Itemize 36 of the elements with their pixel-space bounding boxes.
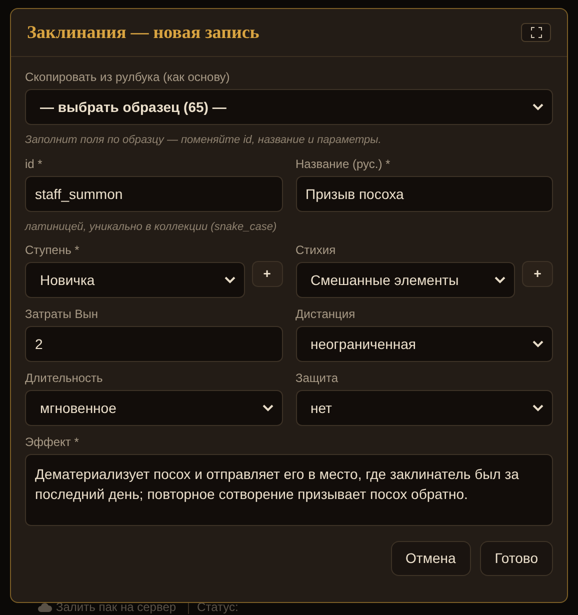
field-label: Затраты Вын — [25, 307, 99, 322]
field-label: Защита — [296, 371, 340, 386]
field-label: Дистанция — [296, 307, 356, 322]
chevron-icon — [224, 276, 236, 284]
text-area[interactable]: Дематериализует посох и отправляет его в место, где заклинатель был за последний день; повторное сотворение призывает посох обратно. — [25, 454, 553, 526]
chevron-icon — [494, 276, 506, 284]
dropdown[interactable]: нет — [296, 390, 553, 426]
add-button[interactable]: + — [252, 261, 282, 287]
dialog-button[interactable]: Отмена — [390, 541, 471, 576]
add-button[interactable]: + — [522, 261, 553, 287]
input-field[interactable]: 2 — [25, 326, 282, 362]
chevron-icon — [532, 103, 544, 111]
dropdown[interactable]: Смешанные элементы — [296, 262, 515, 298]
dropdown[interactable]: мгновенное — [25, 390, 282, 426]
field-label: Скопировать из рулбука (как основу) — [25, 70, 231, 85]
input-field[interactable]: Призыв посоха — [296, 176, 553, 212]
field-hint: Заполнит поля по образцу — поменяйте id, название и параметры. — [25, 133, 382, 147]
field-label: Эффект * — [25, 435, 80, 450]
dropdown[interactable]: Новичка — [25, 262, 244, 298]
dialog-button[interactable]: Готово — [480, 541, 553, 576]
field-hint: латиницей, уникально в коллекции (snake_case) — [25, 220, 278, 234]
cloud-icon — [38, 602, 52, 612]
field-label: Название (рус.) * — [296, 157, 392, 172]
dropdown[interactable]: неограниченная — [296, 326, 553, 362]
input-field[interactable]: staff_summon — [25, 176, 282, 212]
field-label: Длительность — [25, 371, 104, 386]
fullscreen-button[interactable] — [521, 23, 551, 42]
dropdown[interactable]: — выбрать образец (65) — — [25, 89, 553, 125]
chevron-icon — [532, 340, 544, 348]
chevron-icon — [532, 404, 544, 412]
expand-icon — [530, 27, 542, 38]
field-label: Ступень * — [25, 243, 80, 258]
field-label: id * — [25, 157, 44, 172]
field-label: Стихия — [296, 243, 337, 258]
dialog-title: Заклинания — новая запись — [27, 21, 260, 44]
chevron-icon — [262, 404, 274, 412]
